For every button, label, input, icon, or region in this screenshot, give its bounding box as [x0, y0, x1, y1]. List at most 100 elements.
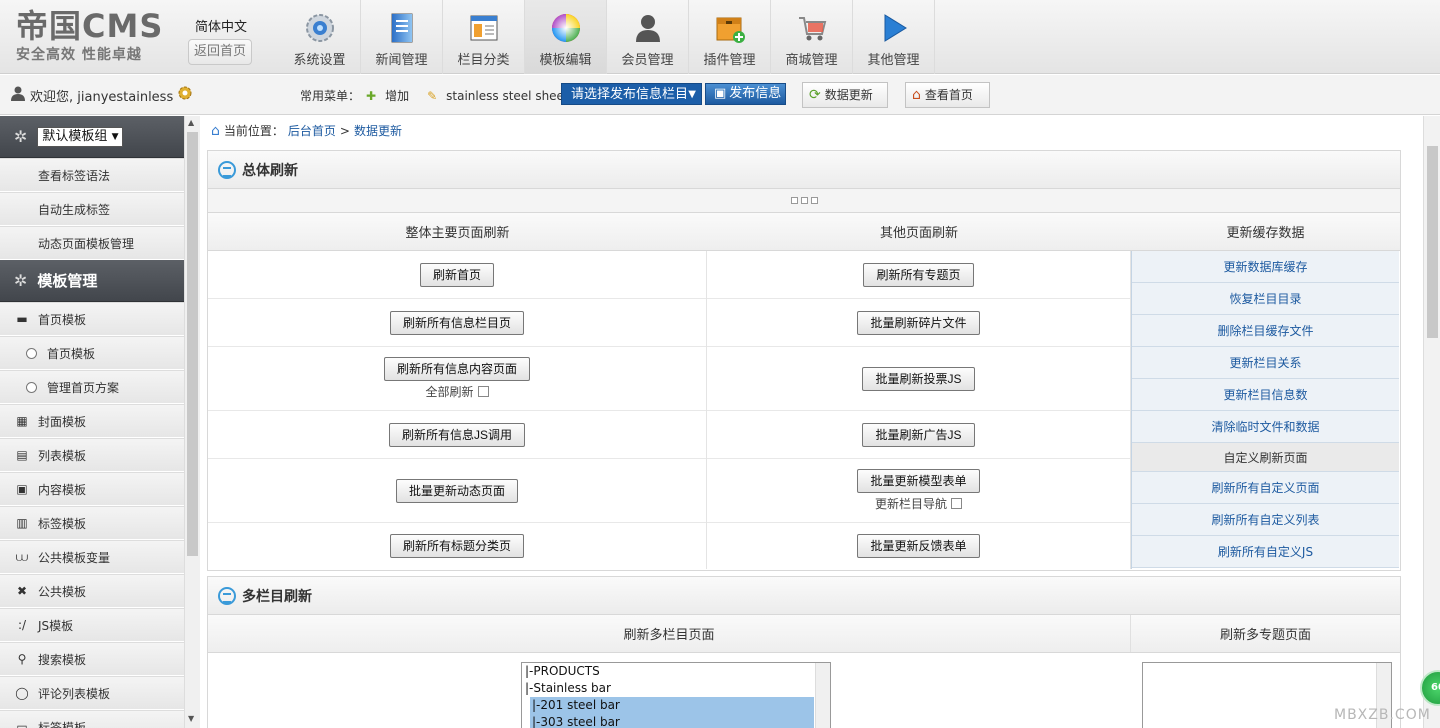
publish-column-select[interactable]: 请选择发布信息栏目 ▼ — [561, 83, 702, 105]
sidebar-item-view-tag-syntax[interactable]: 查看标签语法 — [0, 158, 184, 192]
refresh-ad-js-button[interactable]: 批量刷新广告JS — [862, 422, 975, 447]
breadcrumb-current-link[interactable]: 数据更新 — [354, 122, 402, 139]
list-item[interactable]: |-Stainless bar — [522, 680, 830, 697]
template-management-header[interactable]: ✲ 模板管理 — [0, 260, 184, 302]
main-scroll-thumb[interactable] — [1427, 146, 1438, 338]
nav-label: 栏目分类 — [457, 53, 510, 68]
list-item[interactable]: |-PRODUCTS — [522, 663, 830, 680]
list-circle-icon — [218, 586, 236, 605]
sidebar-item-tag-template[interactable]: ▥ 标签模板 — [0, 506, 184, 540]
house-icon: ⌂ — [912, 87, 921, 103]
user-icon — [631, 11, 665, 45]
sidebar-label: JS模板 — [38, 618, 74, 633]
sidebar-item-public-template[interactable]: ✖ 公共模板 — [0, 574, 184, 608]
nav-news-management[interactable]: 新闻管理 — [361, 0, 443, 74]
nav-member-management[interactable]: 会员管理 — [607, 0, 689, 74]
scroll-down-icon[interactable]: ▼ — [188, 714, 194, 723]
listbox-scrollbar[interactable] — [815, 663, 830, 728]
sidebar-label: 管理首页方案 — [47, 380, 120, 395]
sidebar-subitem-home-template[interactable]: 首页模板 — [0, 336, 184, 370]
grid-row: 刷新所有信息内容页面 全部刷新 — [208, 347, 706, 411]
sidebar-item-dynamic-template[interactable]: 动态页面模板管理 — [0, 226, 184, 260]
full-refresh-checkbox[interactable] — [477, 386, 489, 397]
cache-link-column-relation[interactable]: 更新栏目关系 — [1132, 347, 1399, 379]
cache-link-restore-dir[interactable]: 恢复栏目目录 — [1132, 283, 1399, 315]
scroll-up-icon[interactable]: ▲ — [188, 118, 194, 127]
sidebar-item-cover-template[interactable]: ▦ 封面模板 — [0, 404, 184, 438]
publish-button[interactable]: ▣ 发布信息 — [705, 83, 786, 105]
quick-link-sheet[interactable]: ✎ stainless steel sheet — [427, 89, 575, 103]
add-link[interactable]: ✚ 增加 — [366, 87, 415, 104]
sidebar-item-list-template[interactable]: ▤ 列表模板 — [0, 438, 184, 472]
nav-label: 系统设置 — [293, 53, 346, 68]
refresh-vote-js-button[interactable]: 批量刷新投票JS — [862, 366, 975, 391]
sidebar-item-content-template[interactable]: ▣ 内容模板 — [0, 472, 184, 506]
custom-link-pages[interactable]: 刷新所有自定义页面 — [1132, 472, 1399, 504]
col-header-multi-column: 刷新多栏目页面 — [208, 615, 1131, 652]
update-feedback-forms-button[interactable]: 批量更新反馈表单 — [857, 534, 980, 558]
grid-row: 批量刷新投票JS — [707, 347, 1130, 411]
multi-column-refresh-panel: 多栏目刷新 刷新多栏目页面 刷新多专题页面 |-PRODUCTS |-Stain… — [207, 576, 1401, 728]
sidebar-label: 公共模板变量 — [38, 550, 111, 565]
update-dynamic-pages-button[interactable]: 批量更新动态页面 — [395, 478, 518, 503]
language-label[interactable]: 简体中文 — [195, 16, 247, 35]
sidebar-label: 首页模板 — [47, 346, 96, 361]
data-update-button[interactable]: ⟳ 数据更新 — [802, 82, 888, 108]
top-header: 帝国CMS 安全高效 性能卓越 简体中文 返回首页 系统设置 新闻管理 栏目分类 — [0, 0, 1440, 74]
dropdown-arrow-icon: ▼ — [688, 89, 696, 100]
sidebar-item-public-variable[interactable]: ⩊ 公共模板变量 — [0, 540, 184, 574]
refresh-all-topics-button[interactable]: 刷新所有专题页 — [863, 262, 974, 287]
nav-template-edit[interactable]: 模板编辑 — [525, 0, 607, 74]
sidebar-item-search-template[interactable]: ⚲ 搜索模板 — [0, 642, 184, 676]
list-circle-icon — [218, 160, 236, 179]
sidebar-scroll-thumb[interactable] — [187, 132, 198, 556]
cache-link-delete-column-cache[interactable]: 删除栏目缓存文件 — [1132, 315, 1399, 347]
nav-shop-management[interactable]: 商城管理 — [771, 0, 853, 74]
color-wheel-icon — [549, 11, 583, 45]
main-scrollbar[interactable] — [1423, 116, 1440, 728]
col-header-multi-topic: 刷新多专题页面 — [1219, 628, 1311, 643]
template-group-select[interactable]: 默认模板组 ▼ — [37, 126, 124, 147]
splitter-dots-icon — [790, 197, 818, 204]
sidebar-label: 封面模板 — [38, 414, 87, 429]
update-nav-checkbox[interactable] — [951, 498, 962, 509]
view-home-button[interactable]: ⌂ 查看首页 — [905, 82, 990, 108]
cache-column: 更新数据库缓存 恢复栏目目录 删除栏目缓存文件 更新栏目关系 更新栏目信息数 清… — [1131, 251, 1399, 569]
sidebar-item-comment-template[interactable]: ◯ 评论列表模板 — [0, 676, 184, 710]
nav-other-management[interactable]: 其他管理 — [853, 0, 935, 74]
custom-link-lists[interactable]: 刷新所有自定义列表 — [1132, 504, 1399, 536]
collapse-splitter[interactable] — [208, 189, 1400, 213]
sidebar-label: 标签模板 — [38, 516, 87, 531]
shopping-cart-icon — [795, 11, 829, 45]
refresh-all-content-pages-button[interactable]: 刷新所有信息内容页面 — [383, 357, 530, 381]
column-multiselect[interactable]: |-PRODUCTS |-Stainless bar |-201 steel b… — [521, 662, 831, 728]
refresh-home-button[interactable]: 刷新首页 — [419, 262, 494, 287]
cache-link-column-count[interactable]: 更新栏目信息数 — [1132, 379, 1399, 411]
nav-system-settings[interactable]: 系统设置 — [279, 0, 361, 74]
nav-plugin-management[interactable]: 插件管理 — [689, 0, 771, 74]
cache-link-db[interactable]: 更新数据库缓存 — [1132, 251, 1399, 283]
multi-column-headers: 刷新多栏目页面 刷新多专题页面 — [208, 615, 1400, 653]
update-model-forms-button[interactable]: 批量更新模型表单 — [857, 469, 980, 493]
list-item[interactable]: |-303 steel bar — [530, 714, 814, 728]
list-item[interactable]: |-201 steel bar — [530, 697, 814, 714]
refresh-all-js-button[interactable]: 刷新所有信息JS调用 — [388, 422, 525, 447]
back-home-button[interactable]: 返回首页 — [188, 39, 252, 65]
sidebar-item-tag-template-2[interactable]: ▭ 标签模板 — [0, 710, 184, 728]
sidebar-item-home-template[interactable]: ▬ 首页模板 — [0, 302, 184, 336]
breadcrumb-home-link[interactable]: 后台首页 — [288, 122, 336, 139]
nav-column-category[interactable]: 栏目分类 — [443, 0, 525, 74]
sidebar-item-js-template[interactable]: :/ JS模板 — [0, 608, 184, 642]
settings-gear-icon[interactable] — [177, 85, 193, 105]
overall-refresh-panel: 总体刷新 整体主要页面刷新 其他页面刷新 更新缓存数据 刷新首页 刷新所有信息栏… — [207, 150, 1401, 571]
sidebar-subitem-home-scheme[interactable]: 管理首页方案 — [0, 370, 184, 404]
refresh-all-column-pages-button[interactable]: 刷新所有信息栏目页 — [389, 310, 524, 335]
cms-logo: 帝国CMS 安全高效 性能卓越 — [16, 8, 186, 68]
sidebar-scrollbar[interactable]: ▲ ▼ — [184, 116, 200, 728]
refresh-title-category-button[interactable]: 刷新所有标题分类页 — [389, 534, 524, 558]
custom-link-js[interactable]: 刷新所有自定义JS — [1132, 536, 1399, 568]
cache-link-clear-temp[interactable]: 清除临时文件和数据 — [1132, 411, 1399, 443]
sidebar-item-auto-generate-tag[interactable]: 自动生成标签 — [0, 192, 184, 226]
main-content: ⌂ 当前位置： 后台首页 > 数据更新 总体刷新 整体主要页面刷新 其他页面刷新… — [201, 116, 1423, 728]
refresh-fragments-button[interactable]: 批量刷新碎片文件 — [857, 310, 980, 335]
